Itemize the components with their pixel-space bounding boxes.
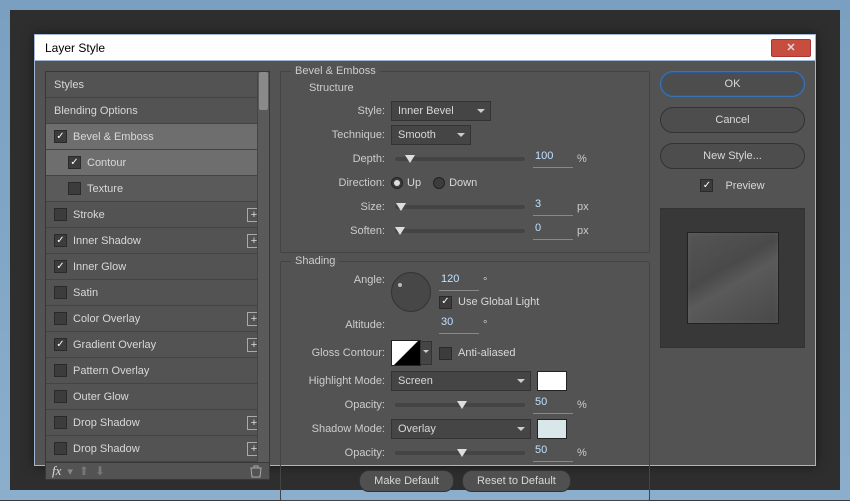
preview-box: [660, 208, 805, 348]
global-light-checkbox[interactable]: [439, 296, 452, 309]
effect-row-outer-glow[interactable]: Outer Glow: [46, 384, 269, 410]
checkbox[interactable]: [68, 156, 81, 169]
effect-row-bevel-emboss[interactable]: Bevel & Emboss: [46, 124, 269, 150]
altitude-label: Altitude:: [291, 319, 391, 331]
gloss-contour-label: Gloss Contour:: [291, 347, 391, 359]
depth-label: Depth:: [291, 153, 391, 165]
size-label: Size:: [291, 201, 391, 213]
close-button[interactable]: ✕: [771, 39, 811, 57]
structure-label: Structure: [309, 82, 639, 94]
style-select[interactable]: Inner Bevel: [391, 101, 491, 121]
shadow-mode-select[interactable]: Overlay: [391, 419, 531, 439]
effect-row-gradient-overlay[interactable]: Gradient Overlay +: [46, 332, 269, 358]
effect-row-drop-shadow-2[interactable]: Drop Shadow +: [46, 436, 269, 462]
checkbox[interactable]: [54, 390, 67, 403]
fx-icon[interactable]: fx: [52, 463, 61, 479]
highlight-color-swatch[interactable]: [537, 371, 567, 391]
styles-footer: fx ▾ ⬆ ⬇: [45, 463, 270, 480]
style-label: Style:: [291, 105, 391, 117]
window-title: Layer Style: [45, 41, 105, 55]
checkbox[interactable]: [54, 312, 67, 325]
effect-row-texture[interactable]: Texture: [46, 176, 269, 202]
layer-style-dialog: Layer Style ✕ Styles Blending Options Be…: [34, 34, 816, 466]
technique-select[interactable]: Smooth: [391, 125, 471, 145]
bevel-emboss-group: Bevel & Emboss Structure Style: Inner Be…: [280, 71, 650, 253]
direction-label: Direction:: [291, 177, 391, 189]
highlight-opacity-slider[interactable]: [395, 403, 525, 407]
ok-button[interactable]: OK: [660, 71, 805, 97]
effect-row-color-overlay[interactable]: Color Overlay +: [46, 306, 269, 332]
effect-row-satin[interactable]: Satin: [46, 280, 269, 306]
direction-down-radio[interactable]: [433, 177, 445, 189]
effect-row-contour[interactable]: Contour: [46, 150, 269, 176]
size-input[interactable]: 3: [533, 198, 573, 216]
highlight-mode-label: Highlight Mode:: [291, 375, 391, 387]
checkbox[interactable]: [54, 286, 67, 299]
shadow-opacity-slider[interactable]: [395, 451, 525, 455]
styles-header[interactable]: Styles: [46, 72, 269, 98]
effect-row-inner-shadow[interactable]: Inner Shadow +: [46, 228, 269, 254]
shading-group: Shading Angle: 120 ° Use Global Light: [280, 261, 650, 501]
new-style-button[interactable]: New Style...: [660, 143, 805, 169]
highlight-mode-select[interactable]: Screen: [391, 371, 531, 391]
highlight-opacity-label: Opacity:: [291, 399, 391, 411]
direction-up-radio[interactable]: [391, 177, 403, 189]
effect-row-drop-shadow[interactable]: Drop Shadow +: [46, 410, 269, 436]
size-slider[interactable]: [395, 205, 525, 209]
altitude-input[interactable]: 30: [439, 316, 479, 334]
scrollbar[interactable]: [257, 72, 269, 462]
group-legend: Bevel & Emboss: [291, 65, 380, 77]
shadow-color-swatch[interactable]: [537, 419, 567, 439]
move-up-icon[interactable]: ⬆: [79, 464, 89, 478]
soften-label: Soften:: [291, 225, 391, 237]
soften-input[interactable]: 0: [533, 222, 573, 240]
angle-label: Angle:: [291, 272, 391, 286]
effect-row-stroke[interactable]: Stroke +: [46, 202, 269, 228]
checkbox[interactable]: [54, 364, 67, 377]
shadow-mode-label: Shadow Mode:: [291, 423, 391, 435]
preview-checkbox[interactable]: [700, 179, 713, 192]
blending-options-row[interactable]: Blending Options: [46, 98, 269, 124]
preview-swatch: [687, 232, 779, 324]
shadow-opacity-input[interactable]: 50: [533, 444, 573, 462]
angle-wheel[interactable]: [391, 272, 431, 312]
shading-legend: Shading: [291, 255, 339, 267]
checkbox[interactable]: [54, 130, 67, 143]
soften-slider[interactable]: [395, 229, 525, 233]
depth-input[interactable]: 100: [533, 150, 573, 168]
checkbox[interactable]: [54, 234, 67, 247]
effect-row-inner-glow[interactable]: Inner Glow: [46, 254, 269, 280]
make-default-button[interactable]: Make Default: [359, 470, 454, 492]
titlebar[interactable]: Layer Style ✕: [35, 35, 815, 61]
angle-input[interactable]: 120: [439, 273, 479, 291]
effect-row-pattern-overlay[interactable]: Pattern Overlay: [46, 358, 269, 384]
trash-icon[interactable]: [249, 464, 263, 478]
shadow-opacity-label: Opacity:: [291, 447, 391, 459]
checkbox[interactable]: [54, 416, 67, 429]
depth-slider[interactable]: [395, 157, 525, 161]
move-down-icon[interactable]: ⬇: [95, 464, 105, 478]
preview-label: Preview: [725, 180, 764, 192]
close-icon: ✕: [786, 41, 795, 54]
technique-label: Technique:: [291, 129, 391, 141]
checkbox[interactable]: [54, 208, 67, 221]
highlight-opacity-input[interactable]: 50: [533, 396, 573, 414]
styles-list: Styles Blending Options Bevel & Emboss C…: [45, 71, 270, 463]
checkbox[interactable]: [54, 442, 67, 455]
reset-default-button[interactable]: Reset to Default: [462, 470, 571, 492]
gloss-contour-picker[interactable]: [391, 340, 421, 366]
checkbox[interactable]: [68, 182, 81, 195]
checkbox[interactable]: [54, 338, 67, 351]
checkbox[interactable]: [54, 260, 67, 273]
cancel-button[interactable]: Cancel: [660, 107, 805, 133]
anti-aliased-checkbox[interactable]: [439, 347, 452, 360]
